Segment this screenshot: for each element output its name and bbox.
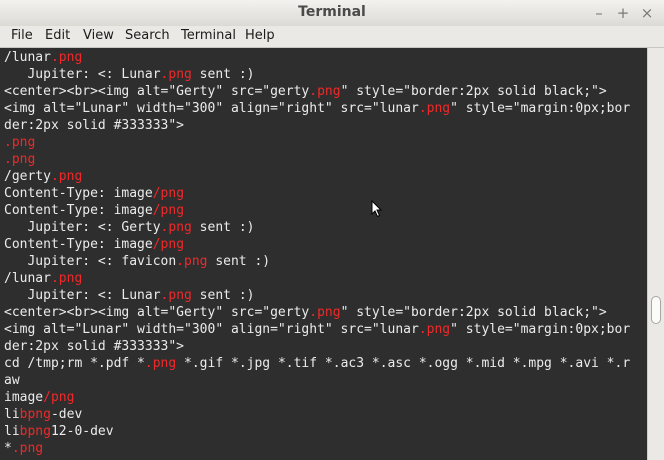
terminal-line: Jupiter: <: Lunar.png sent :) xyxy=(4,287,254,304)
terminal-text: " style="margin:0px;bor xyxy=(450,101,631,116)
highlighted-match: .png xyxy=(50,50,83,65)
highlighted-match: .png xyxy=(309,305,341,320)
terminal-text: Content-Type: image xyxy=(4,186,153,201)
terminal-line: Content-Type: image/png xyxy=(4,202,184,219)
highlighted-match: bpng xyxy=(19,424,51,439)
terminal-line: <img alt="Lunar" width="300" align="righ… xyxy=(4,100,630,117)
terminal-line: /lunar.png xyxy=(4,49,82,66)
menu-help[interactable]: Help xyxy=(245,28,275,43)
terminal-text: Content-Type: image xyxy=(4,237,153,252)
highlighted-match: /png xyxy=(43,390,75,405)
terminal-text: <center><br><img alt="Gerty" src="gerty xyxy=(4,84,310,99)
maximize-button[interactable]: + xyxy=(614,4,632,22)
terminal-line: Content-Type: image/png xyxy=(4,185,184,202)
terminal-line: Content-Type: image/png xyxy=(4,236,184,253)
terminal-text: sent :) xyxy=(191,67,255,82)
terminal-text: sent :) xyxy=(207,254,271,269)
highlighted-match: .png xyxy=(144,356,177,371)
terminal-text: li xyxy=(4,424,20,439)
terminal-text: sent :) xyxy=(191,220,255,235)
menu-bar: File Edit View Search Terminal Help xyxy=(0,26,664,48)
window-title: Terminal xyxy=(298,4,366,20)
terminal-text: * xyxy=(4,441,12,456)
terminal-window: Terminal – + × File Edit View Search Ter… xyxy=(0,0,664,460)
terminal-text: <img alt="Lunar" width="300" align="righ… xyxy=(4,322,419,337)
menu-view[interactable]: View xyxy=(83,28,114,43)
terminal-text: Jupiter: <: favicon xyxy=(4,254,177,269)
terminal-text: aw xyxy=(4,373,20,388)
terminal-line: image/png xyxy=(4,389,74,406)
menu-search[interactable]: Search xyxy=(125,28,170,43)
terminal-text: Jupiter: <: Lunar xyxy=(4,288,161,303)
minimize-button[interactable]: – xyxy=(590,4,608,22)
highlighted-match: .png xyxy=(176,254,208,269)
terminal-line: <center><br><img alt="Gerty" src="gerty.… xyxy=(4,304,607,321)
terminal-line: Jupiter: <: Lunar.png sent :) xyxy=(4,66,254,83)
terminal-text: <center><br><img alt="Gerty" src="gerty xyxy=(4,305,310,320)
terminal-text: <img alt="Lunar" width="300" align="righ… xyxy=(4,101,419,116)
highlighted-match: .png xyxy=(160,220,192,235)
terminal-text: -dev xyxy=(50,407,83,422)
highlighted-match: .png xyxy=(4,152,36,167)
highlighted-match: .png xyxy=(309,84,341,99)
terminal-output[interactable]: /lunar.png Jupiter: <: Lunar.png sent :)… xyxy=(0,48,647,460)
terminal-text: der:2px solid #333333"> xyxy=(4,118,185,133)
terminal-text: " style="border:2px solid black;"> xyxy=(340,305,607,320)
terminal-line: der:2px solid #333333"> xyxy=(4,117,184,134)
mouse-pointer-icon xyxy=(371,200,383,218)
terminal-text: Jupiter: <: Lunar xyxy=(4,67,161,82)
terminal-line: der:2px solid #333333"> xyxy=(4,338,184,355)
terminal-text: Jupiter: <: Gerty xyxy=(4,220,161,235)
terminal-line: Jupiter: <: favicon.png sent :) xyxy=(4,253,270,270)
terminal-line: <center><br><img alt="Gerty" src="gerty.… xyxy=(4,83,607,100)
terminal-line: .png xyxy=(4,151,35,168)
terminal-text: image xyxy=(4,390,44,405)
highlighted-match: .png xyxy=(418,322,451,337)
highlighted-match: .png xyxy=(50,169,83,184)
terminal-line: *.png xyxy=(4,440,43,457)
highlighted-match: .png xyxy=(4,135,36,150)
highlighted-match: /png xyxy=(152,203,185,218)
highlighted-match: .png xyxy=(160,288,192,303)
menu-terminal[interactable]: Terminal xyxy=(181,28,236,43)
terminal-line: <img alt="Lunar" width="300" align="righ… xyxy=(4,321,630,338)
menu-file[interactable]: File xyxy=(11,28,33,43)
scrollbar-thumb[interactable] xyxy=(651,296,661,324)
terminal-line: cd /tmp;rm *.pdf *.png *.gif *.jpg *.tif… xyxy=(4,355,630,372)
terminal-line: aw xyxy=(4,372,20,389)
terminal-text: " style="border:2px solid black;"> xyxy=(340,84,607,99)
vertical-scrollbar[interactable] xyxy=(647,48,664,460)
terminal-text: sent :) xyxy=(191,288,255,303)
terminal-line: /lunar.png xyxy=(4,270,82,287)
highlighted-match: bpng xyxy=(19,407,51,422)
highlighted-match: .png xyxy=(418,101,451,116)
highlighted-match: .png xyxy=(160,67,192,82)
terminal-text: *.gif *.jpg *.tif *.ac3 *.asc *.ogg *.mi… xyxy=(176,356,631,371)
highlighted-match: .png xyxy=(11,441,44,456)
terminal-text: /gerty xyxy=(4,169,51,184)
terminal-text: der:2px solid #333333"> xyxy=(4,339,185,354)
terminal-text: 12-0-dev xyxy=(50,424,114,439)
terminal-text: Content-Type: image xyxy=(4,203,153,218)
terminal-line: Jupiter: <: Gerty.png sent :) xyxy=(4,219,254,236)
terminal-line: libpng-dev xyxy=(4,406,82,423)
title-bar[interactable]: Terminal – + × xyxy=(0,0,664,27)
terminal-line: .png xyxy=(4,134,35,151)
terminal-text: cd /tmp;rm *.pdf * xyxy=(4,356,145,371)
close-button[interactable]: × xyxy=(638,4,656,22)
terminal-text: /lunar xyxy=(4,271,51,286)
terminal-text: " style="margin:0px;bor xyxy=(450,322,631,337)
highlighted-match: /png xyxy=(152,237,185,252)
highlighted-match: /png xyxy=(152,186,185,201)
terminal-line: libpng12-0-dev xyxy=(4,423,114,440)
terminal-text: li xyxy=(4,407,20,422)
highlighted-match: .png xyxy=(50,271,83,286)
menu-edit[interactable]: Edit xyxy=(45,28,70,43)
terminal-line: /gerty.png xyxy=(4,168,82,185)
terminal-text: /lunar xyxy=(4,50,51,65)
